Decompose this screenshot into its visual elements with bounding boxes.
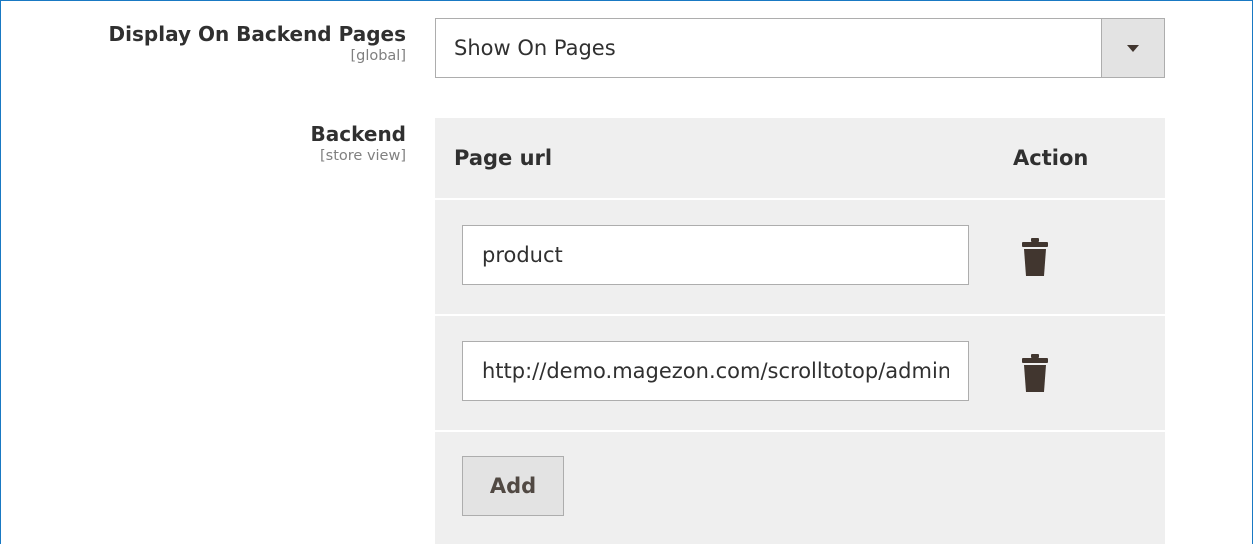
page-url-input[interactable] <box>462 341 969 401</box>
field-scope: [global] <box>350 48 406 64</box>
table-row <box>435 316 1165 432</box>
backend-pages-grid: Page url Action Add <box>435 118 1165 544</box>
column-header-action: Action <box>1013 146 1089 170</box>
display-on-backend-pages-label: Display On Backend Pages [global] <box>109 21 406 65</box>
chevron-down-icon <box>1127 44 1139 52</box>
trash-icon[interactable] <box>1022 238 1048 276</box>
trash-icon[interactable] <box>1022 354 1048 392</box>
add-button[interactable]: Add <box>462 456 564 516</box>
grid-footer-row: Add <box>435 432 1165 548</box>
field-name: Display On Backend Pages <box>108 22 406 46</box>
page-url-input[interactable] <box>462 225 969 285</box>
display-on-backend-pages-select[interactable]: Show On Pages <box>435 18 1165 78</box>
field-name: Backend <box>310 122 406 146</box>
select-toggle[interactable] <box>1101 19 1164 77</box>
table-row <box>435 200 1165 316</box>
column-header-page-url: Page url <box>454 146 553 170</box>
backend-label: Backend [store view] <box>311 121 406 165</box>
select-value: Show On Pages <box>454 36 616 60</box>
grid-header: Page url Action <box>435 118 1165 200</box>
field-scope: [store view] <box>320 148 406 164</box>
